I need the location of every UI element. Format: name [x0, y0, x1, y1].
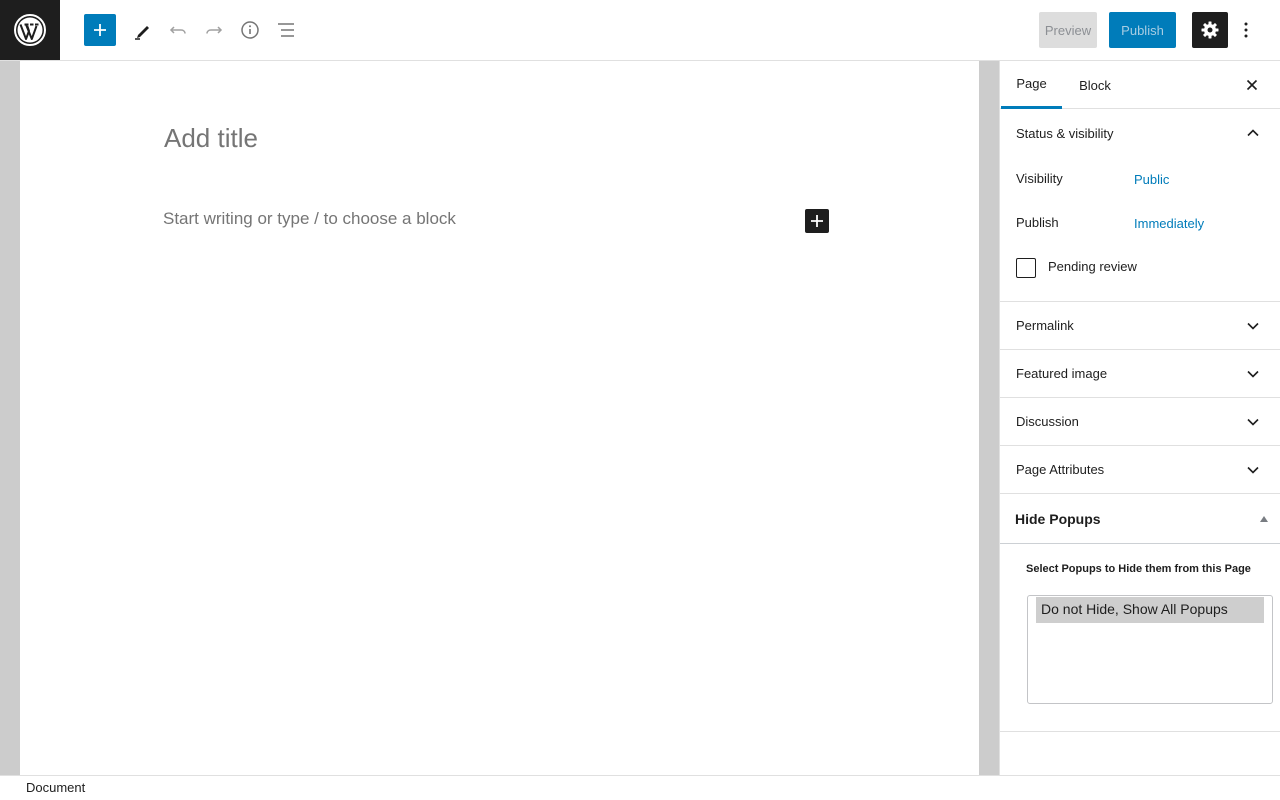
publish-label: Publish [1016, 215, 1059, 230]
visibility-label: Visibility [1016, 171, 1063, 186]
chevron-down-icon [1247, 370, 1259, 378]
hide-popups-label: Select Popups to Hide them from this Pag… [1026, 563, 1251, 575]
redo-icon [206, 26, 223, 34]
list-view-icon [278, 23, 294, 37]
pending-review-checkbox[interactable] [1016, 258, 1036, 278]
tab-block[interactable]: Block [1062, 61, 1128, 109]
tab-page[interactable]: Page [1001, 61, 1062, 109]
undo-icon [169, 26, 186, 34]
panel-title: Page Attributes [1016, 462, 1105, 477]
post-title-placeholder[interactable]: Add title [164, 123, 258, 154]
panel-discussion[interactable]: Discussion [1000, 398, 1280, 446]
publish-date-link[interactable]: Immediately [1134, 216, 1204, 231]
panel-page-attributes[interactable]: Page Attributes [1000, 446, 1280, 494]
editor-area: Add title Start writing or type / to cho… [0, 61, 1000, 775]
visibility-value-link[interactable]: Public [1134, 172, 1169, 187]
editor-canvas[interactable]: Add title Start writing or type / to cho… [20, 61, 979, 775]
panel-permalink[interactable]: Permalink [1000, 302, 1280, 350]
preview-button[interactable]: Preview [1039, 12, 1097, 48]
chevron-down-icon [1247, 322, 1259, 330]
caret-up-icon[interactable] [1260, 516, 1268, 522]
hide-popups-header[interactable]: Hide Popups [1000, 494, 1280, 544]
info-icon [241, 21, 259, 39]
panel-title: Status & visibility [1016, 125, 1114, 141]
undo-button[interactable] [160, 12, 196, 48]
wordpress-logo-icon [14, 14, 46, 46]
editor-footer: Document [0, 775, 1280, 800]
list-view-button[interactable] [268, 12, 304, 48]
plus-icon [811, 215, 823, 227]
close-icon [1246, 79, 1258, 91]
hide-popups-select[interactable]: Do not Hide, Show All Popups [1027, 595, 1273, 704]
panel-title: Permalink [1016, 318, 1074, 333]
pencil-icon [135, 26, 149, 40]
status-visibility-body: Visibility Public Publish Immediately Pe… [1000, 157, 1280, 302]
more-vertical-icon [1244, 22, 1248, 38]
plus-icon [94, 24, 106, 36]
tools-button[interactable] [124, 12, 160, 48]
wordpress-logo[interactable] [0, 0, 60, 60]
hide-popups-body: Select Popups to Hide them from this Pag… [1000, 544, 1280, 732]
add-block-button[interactable] [84, 14, 116, 46]
panel-title: Featured image [1016, 366, 1108, 381]
panel-status-visibility[interactable]: Status & visibility [1000, 109, 1280, 157]
panel-featured-image[interactable]: Featured image [1000, 350, 1280, 398]
settings-button[interactable] [1192, 12, 1228, 48]
breadcrumb[interactable]: Document [26, 780, 85, 795]
sidebar-tabs: Page Block [1000, 61, 1280, 109]
close-sidebar-button[interactable] [1240, 73, 1264, 97]
options-button[interactable] [1232, 12, 1260, 48]
panel-title: Discussion [1016, 414, 1079, 429]
chevron-down-icon [1247, 466, 1259, 474]
hide-popups-title: Hide Popups [1015, 510, 1101, 527]
publish-button[interactable]: Publish [1109, 12, 1176, 48]
chevron-up-icon [1247, 129, 1259, 137]
settings-sidebar: Page Block Status & visibility Visibilit… [999, 61, 1280, 775]
gear-icon [1201, 21, 1219, 39]
chevron-down-icon [1247, 418, 1259, 426]
inline-add-block-button[interactable] [805, 209, 829, 233]
pending-review-label[interactable]: Pending review [1048, 259, 1137, 274]
top-toolbar: Preview Publish [0, 0, 1280, 61]
details-button[interactable] [232, 12, 268, 48]
select-option[interactable]: Do not Hide, Show All Popups [1036, 597, 1264, 623]
block-placeholder[interactable]: Start writing or type / to choose a bloc… [163, 209, 456, 229]
redo-button[interactable] [196, 12, 232, 48]
